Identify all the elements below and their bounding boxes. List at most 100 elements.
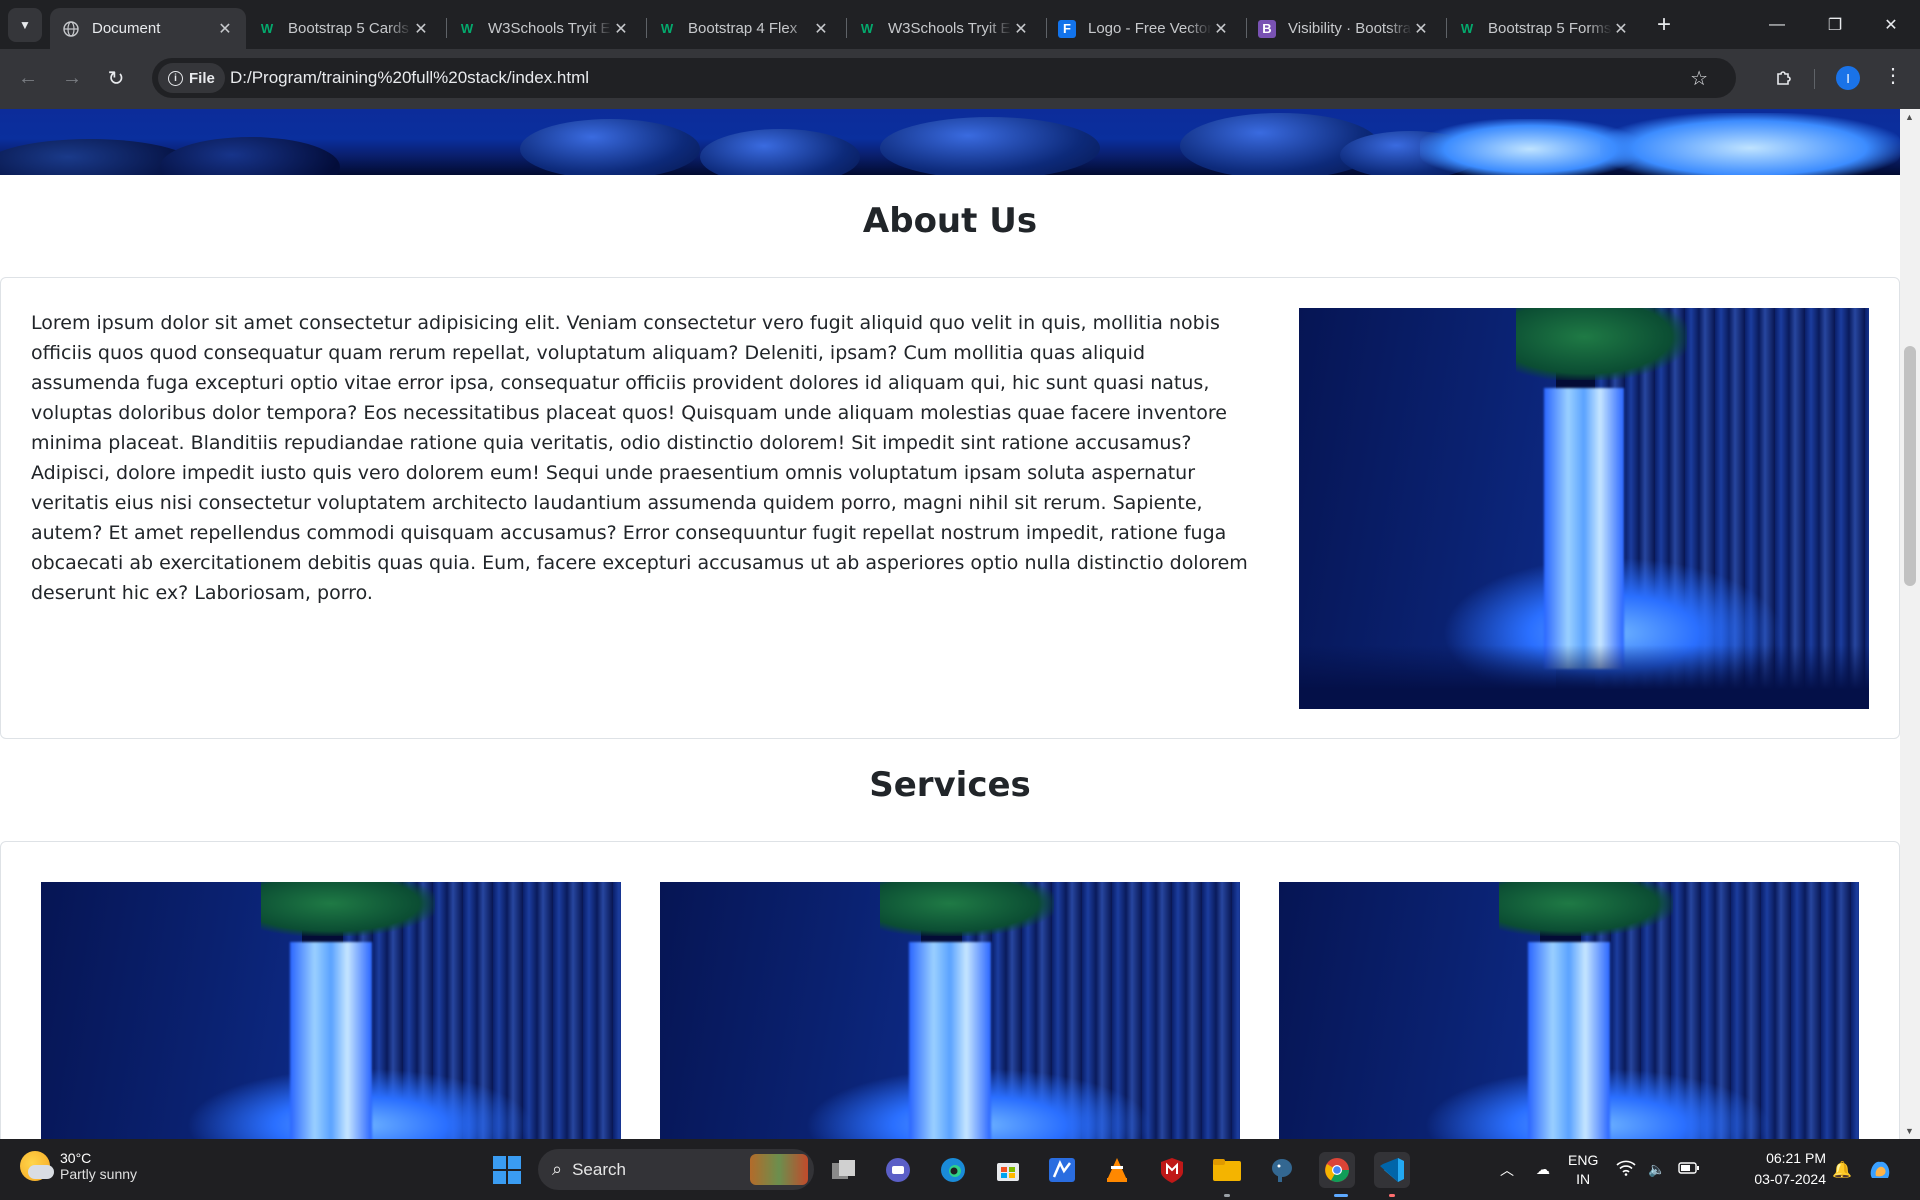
close-tab-icon[interactable]: ✕ xyxy=(216,19,234,39)
globe-icon xyxy=(62,20,80,38)
restore-icon: ❐ xyxy=(1827,16,1843,34)
address-bar[interactable]: i File D:/Program/training%20full%20stac… xyxy=(152,58,1736,98)
scrollbar-thumb[interactable] xyxy=(1904,346,1916,586)
about-paragraph: Lorem ipsum dolor sit amet consectetur a… xyxy=(31,312,1248,604)
service-image xyxy=(660,882,1240,1139)
about-heading: About Us xyxy=(862,201,1038,241)
tab-bootstrap-4-flex[interactable]: W Bootstrap 4 Flex ✕ xyxy=(646,8,842,49)
tab-title: Visibility · Bootstrap xyxy=(1288,20,1412,37)
close-icon: ✕ xyxy=(1884,16,1898,34)
taskbar-clock[interactable]: 06:21 PM 03-07-2024 xyxy=(1728,1148,1826,1190)
show-hidden-icons-chevron-icon[interactable]: ︿ xyxy=(1500,1160,1514,1180)
running-indicator xyxy=(1389,1194,1395,1197)
w3schools-icon: W xyxy=(660,21,674,36)
w3schools-icon: W xyxy=(260,21,274,36)
taskbar-search[interactable]: ⌕ Search xyxy=(538,1149,814,1190)
mcafee-button[interactable] xyxy=(1154,1152,1190,1188)
file-explorer-button[interactable] xyxy=(1209,1152,1245,1188)
copilot-button[interactable] xyxy=(1862,1152,1898,1188)
language-indicator[interactable]: ENG IN xyxy=(1568,1151,1598,1189)
toolbar-separator xyxy=(1814,69,1815,89)
tab-strip: ▼ Document ✕ W Bootstrap 5 Cards ✕ W W3S… xyxy=(0,0,1920,49)
page-scrollbar[interactable]: ▲ ▼ xyxy=(1900,109,1920,1139)
reload-button[interactable]: ↻ xyxy=(100,62,132,94)
tab-title: W3Schools Tryit Editor xyxy=(488,20,612,37)
about-card: Lorem ipsum dolor sit amet consectetur a… xyxy=(0,277,1900,739)
info-icon: i xyxy=(168,70,183,86)
close-tab-icon[interactable]: ✕ xyxy=(812,19,830,39)
web-page: About Us Lorem ipsum dolor sit amet cons… xyxy=(0,109,1900,1139)
browser-menu-icon[interactable]: ⋮ xyxy=(1880,63,1906,93)
edge-button[interactable] xyxy=(935,1152,971,1188)
windows-taskbar: 30°C Partly sunny ⌕ Search ︿ ☁ ENG IN 🔈 … xyxy=(0,1139,1920,1200)
postgres-button[interactable] xyxy=(1264,1152,1300,1188)
tab-visibility-bootstrap[interactable]: B Visibility · Bootstrap ✕ xyxy=(1246,8,1442,49)
back-button[interactable]: ← xyxy=(12,62,44,94)
clock-time: 06:21 PM xyxy=(1766,1150,1826,1166)
services-card xyxy=(0,841,1900,1139)
onedrive-cloud-icon[interactable]: ☁ xyxy=(1536,1161,1550,1178)
start-button[interactable] xyxy=(489,1152,525,1188)
scroll-down-arrow-icon[interactable]: ▼ xyxy=(1905,1126,1914,1136)
search-highlight-image xyxy=(750,1154,808,1185)
clock-date: 03-07-2024 xyxy=(1754,1171,1826,1187)
hero-banner-image xyxy=(0,109,1900,175)
close-tab-icon[interactable]: ✕ xyxy=(1412,19,1430,39)
tab-title: Logo - Free Vectors xyxy=(1088,20,1212,37)
services-heading: Services xyxy=(869,765,1031,805)
close-tab-icon[interactable]: ✕ xyxy=(1212,19,1230,39)
tab-logo-free-vectors[interactable]: F Logo - Free Vectors ✕ xyxy=(1046,8,1242,49)
notification-bell-icon[interactable]: 🔔 xyxy=(1830,1152,1854,1188)
battery-icon[interactable] xyxy=(1678,1161,1700,1178)
system-tray: ︿ ☁ ENG IN 🔈 xyxy=(1500,1139,1700,1200)
search-label: Search xyxy=(572,1159,626,1179)
tab-title: Bootstrap 5 Forms xyxy=(1488,20,1612,37)
weather-widget[interactable]: 30°C Partly sunny xyxy=(20,1150,137,1182)
task-view-button[interactable] xyxy=(826,1152,862,1188)
site-info-chip[interactable]: i File xyxy=(158,63,225,93)
url-text[interactable]: D:/Program/training%20full%20stack/index… xyxy=(230,68,589,88)
region-code: IN xyxy=(1576,1170,1591,1187)
extensions-button[interactable] xyxy=(1768,62,1800,94)
minimize-icon: — xyxy=(1769,15,1785,33)
tab-bootstrap-5-forms[interactable]: W Bootstrap 5 Forms ✕ xyxy=(1446,8,1642,49)
vscode-icon xyxy=(1380,1158,1404,1182)
scroll-up-arrow-icon[interactable]: ▲ xyxy=(1905,112,1914,122)
edge-icon xyxy=(941,1158,965,1182)
tab-w3schools-tryit-2[interactable]: W W3Schools Tryit Editor ✕ xyxy=(846,8,1042,49)
weather-temperature: 30°C xyxy=(60,1150,92,1166)
bookmark-star-icon[interactable]: ☆ xyxy=(1690,66,1708,91)
meet-app-button[interactable] xyxy=(880,1152,916,1188)
close-tab-icon[interactable]: ✕ xyxy=(1612,19,1630,39)
close-tab-icon[interactable]: ✕ xyxy=(412,19,430,39)
tab-w3schools-tryit[interactable]: W W3Schools Tryit Editor ✕ xyxy=(446,8,642,49)
profile-avatar[interactable]: I xyxy=(1836,66,1860,90)
running-indicator xyxy=(1224,1194,1230,1197)
close-window-button[interactable]: ✕ xyxy=(1862,0,1920,49)
volume-icon[interactable]: 🔈 xyxy=(1648,1161,1665,1178)
weather-condition: Partly sunny xyxy=(60,1166,138,1182)
w3schools-icon: W xyxy=(460,21,474,36)
blue-app-icon xyxy=(1049,1158,1075,1182)
tab-search-button[interactable]: ▼ xyxy=(8,8,42,42)
tab-bootstrap-5-cards[interactable]: W Bootstrap 5 Cards ✕ xyxy=(246,8,442,49)
store-button[interactable] xyxy=(990,1152,1026,1188)
forward-button[interactable]: → xyxy=(56,62,88,94)
tab-title: Document xyxy=(92,20,161,37)
vscode-button[interactable] xyxy=(1374,1152,1410,1188)
restore-button[interactable]: ❐ xyxy=(1806,0,1864,49)
windows-logo-icon xyxy=(493,1156,521,1184)
wifi-icon[interactable] xyxy=(1616,1160,1636,1179)
new-tab-button[interactable]: + xyxy=(1650,12,1678,40)
puzzle-icon xyxy=(1777,71,1791,85)
app-button[interactable] xyxy=(1044,1152,1080,1188)
close-tab-icon[interactable]: ✕ xyxy=(1012,19,1030,39)
close-tab-icon[interactable]: ✕ xyxy=(612,19,630,39)
vlc-button[interactable] xyxy=(1099,1152,1135,1188)
tab-document[interactable]: Document ✕ xyxy=(50,8,246,49)
w3schools-icon: W xyxy=(860,21,874,36)
tab-title: Bootstrap 5 Cards xyxy=(288,20,409,37)
minimize-button[interactable]: — xyxy=(1748,0,1806,49)
reload-icon: ↻ xyxy=(107,67,125,90)
chrome-button[interactable] xyxy=(1319,1152,1355,1188)
